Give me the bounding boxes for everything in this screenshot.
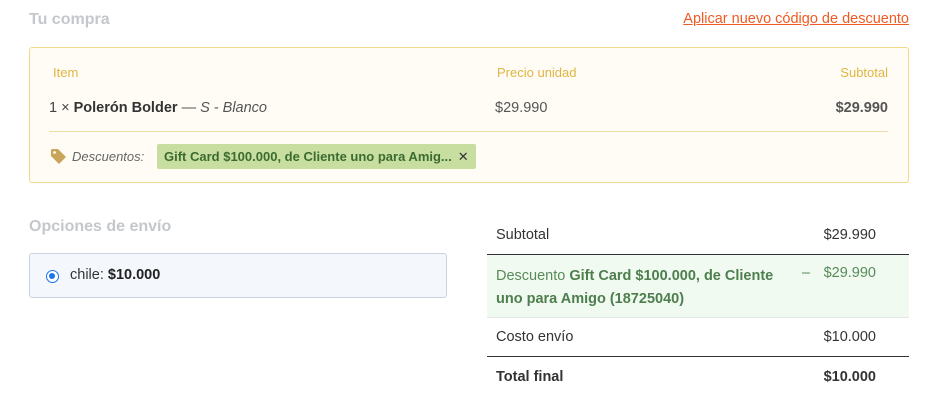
discount-pill: Gift Card $100.000, de Cliente uno para … [157, 144, 476, 169]
discount-pill-text: Gift Card $100.000, de Cliente uno para … [164, 149, 452, 164]
item-quantity: 1 × [49, 100, 70, 116]
cart-item-row: 1 × Polerón Bolder — S - Blanco [49, 100, 267, 116]
shipping-option-label: chile: $10.000 [70, 267, 160, 283]
totals-row-subtotal: Subtotal $29.990 [487, 214, 909, 255]
subtotal-label: Subtotal [496, 227, 550, 243]
shipping-cost-value: $10.000 [823, 329, 876, 345]
column-header-subtotal: Subtotal [840, 65, 888, 80]
totals-row-shipping: Costo envío $10.000 [487, 318, 909, 357]
item-unit-price: $29.990 [495, 100, 548, 116]
shipping-cost-label: Costo envío [496, 329, 574, 345]
discount-sign: – [802, 265, 811, 281]
tag-icon [50, 148, 67, 165]
discount-description: Descuento Gift Card $100.000, de Cliente… [496, 265, 796, 311]
shipping-radio[interactable] [46, 270, 59, 283]
totals-table: Subtotal $29.990 Descuento Gift Card $10… [487, 214, 909, 397]
shipping-options-title: Opciones de envío [29, 218, 172, 235]
subtotal-value: $29.990 [823, 227, 876, 243]
totals-row-discount: Descuento Gift Card $100.000, de Cliente… [487, 255, 909, 318]
column-header-unit-price: Precio unidad [497, 65, 577, 80]
purchase-title: Tu compra [29, 11, 110, 28]
cart-summary: Item Precio unidad Subtotal 1 × Polerón … [29, 47, 909, 183]
column-header-item: Item [53, 65, 79, 80]
total-label: Total final [496, 369, 564, 385]
shipping-option[interactable]: chile: $10.000 [29, 253, 447, 298]
discounts-label: Descuentos: [72, 149, 145, 164]
item-variant: — S - Blanco [181, 100, 267, 116]
discount-prefix: Descuento [496, 268, 566, 284]
apply-discount-link[interactable]: Aplicar nuevo código de descuento [683, 11, 909, 27]
item-name: Polerón Bolder [73, 100, 178, 116]
cart-divider [49, 131, 888, 132]
item-subtotal: $29.990 [835, 100, 888, 116]
shipping-option-price: $10.000 [107, 267, 161, 283]
shipping-option-name: chile: [70, 267, 104, 283]
discount-value: $29.990 [823, 265, 876, 281]
remove-discount-icon[interactable]: ✕ [458, 149, 469, 164]
total-value: $10.000 [823, 369, 876, 385]
totals-row-total: Total final $10.000 [487, 357, 909, 397]
